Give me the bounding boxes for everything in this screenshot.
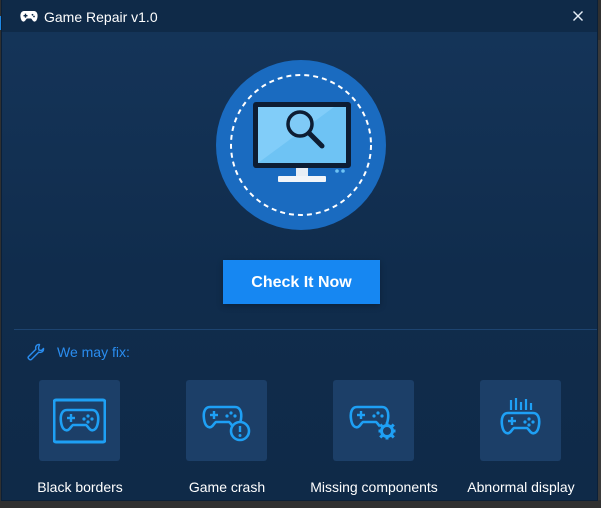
desktop-background: Game Repair v1.0 Check It Now We may fix… bbox=[0, 0, 601, 508]
gamepad-icon bbox=[20, 9, 38, 23]
check-it-now-button[interactable]: Check It Now bbox=[223, 260, 380, 304]
gamepad-borders-icon bbox=[53, 398, 106, 444]
wrench-icon bbox=[27, 343, 45, 361]
monitor-magnifier-icon bbox=[216, 60, 386, 230]
close-icon bbox=[573, 11, 583, 21]
fix-item-game-crash[interactable]: Game crash bbox=[157, 380, 297, 500]
fix-tile bbox=[333, 380, 414, 461]
fix-item-label: Game crash bbox=[188, 479, 266, 495]
window-title: Game Repair v1.0 bbox=[44, 9, 158, 25]
fix-item-black-borders[interactable]: Black borders bbox=[10, 380, 150, 500]
close-button[interactable] bbox=[567, 5, 589, 27]
fix-section-label: We may fix: bbox=[57, 344, 130, 360]
fix-tile bbox=[186, 380, 267, 461]
fix-item-label: Abnormal display bbox=[467, 479, 575, 495]
fix-item-label: Missing components bbox=[310, 479, 438, 495]
fix-item-abnormal-display[interactable]: Abnormal display bbox=[451, 380, 591, 500]
gamepad-display-icon bbox=[500, 398, 541, 435]
desktop-edge-strip bbox=[597, 40, 601, 500]
section-divider bbox=[14, 329, 597, 330]
fix-item-label: Black borders bbox=[37, 479, 123, 495]
fix-tile bbox=[480, 380, 561, 461]
fix-item-missing-components[interactable]: Missing components bbox=[304, 380, 444, 500]
title-bar[interactable]: Game Repair v1.0 bbox=[2, 0, 597, 32]
gamepad-alert-icon bbox=[202, 405, 251, 442]
gamepad-gear-icon bbox=[349, 405, 396, 440]
fix-tile bbox=[39, 380, 120, 461]
app-window: Game Repair v1.0 Check It Now We may fix… bbox=[2, 0, 597, 500]
